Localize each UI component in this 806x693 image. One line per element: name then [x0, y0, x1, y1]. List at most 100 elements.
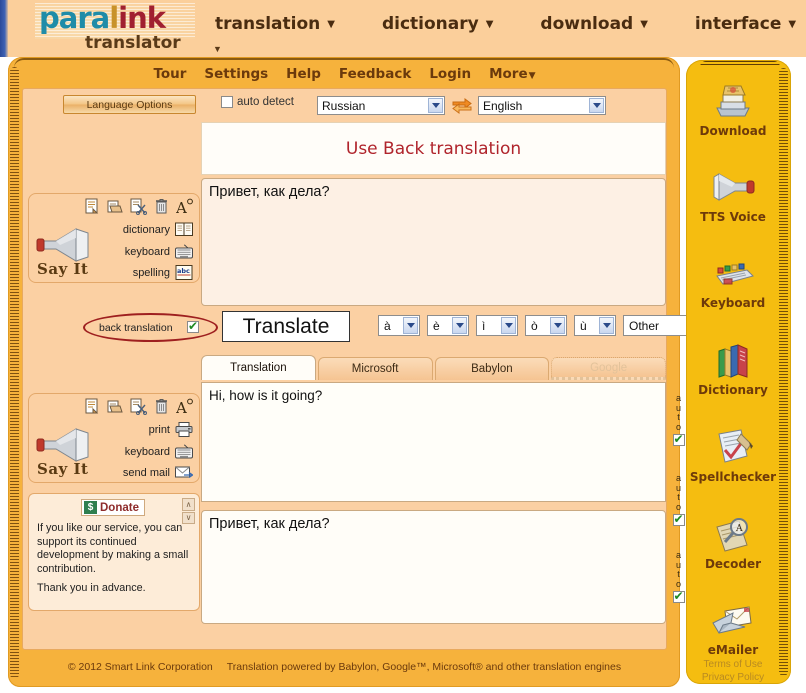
sidebar-item-tts-voice[interactable]: TTS Voice	[686, 168, 780, 224]
swap-languages-button[interactable]	[451, 95, 473, 115]
send-mail-link[interactable]: send mail	[123, 465, 193, 480]
keyboard-icon	[175, 244, 193, 259]
menu-item-help[interactable]: Help	[286, 66, 321, 82]
source-language-select[interactable]: Russian	[317, 96, 445, 115]
result-tools-panel: A print keyboard send mail Say It	[28, 393, 200, 483]
print-link[interactable]: print	[149, 422, 193, 437]
auto-checkbox-group-3[interactable]: a u t o	[671, 550, 686, 603]
privacy-policy-link[interactable]: Privacy Policy	[686, 671, 780, 684]
donate-scroll-spinner[interactable]: ∧ ∨	[182, 498, 195, 524]
result-textarea[interactable]	[201, 382, 666, 502]
auto-checkbox-3[interactable]	[672, 589, 685, 603]
svg-text:A: A	[176, 399, 187, 415]
cut-icon[interactable]	[130, 398, 147, 415]
nav-label-translation: translation	[215, 14, 321, 34]
say-it-result-label[interactable]: Say It	[37, 460, 88, 478]
back-translation-checkbox[interactable]	[187, 319, 199, 333]
accent-select-u[interactable]: ù	[574, 315, 616, 336]
back-translation-textarea[interactable]	[201, 510, 666, 624]
nav-item-download[interactable]: download ▼	[540, 14, 648, 34]
terms-of-use-link[interactable]: Terms of Use	[686, 658, 780, 671]
tab-babylon[interactable]: Babylon	[434, 357, 550, 380]
target-language-select[interactable]: English	[478, 96, 606, 115]
sidebar-item-emailer[interactable]: eMailer	[686, 601, 780, 657]
font-size-icon[interactable]: A	[176, 398, 193, 415]
chevron-down-icon	[599, 317, 614, 334]
auto-detect-group[interactable]: auto detect	[221, 96, 294, 108]
send-mail-link-label: send mail	[122, 466, 170, 479]
logo-chevron-down-icon[interactable]: ▼	[213, 44, 222, 54]
sidebar-item-decoder[interactable]: A Decoder	[686, 515, 780, 571]
auto-detect-checkbox[interactable]	[221, 96, 233, 108]
keyboard-link[interactable]: keyboard	[125, 244, 193, 259]
keyboard-link[interactable]: keyboard	[125, 444, 193, 459]
accent-value-e: è	[433, 318, 440, 333]
print-link-label: print	[148, 423, 170, 436]
nav-item-interface[interactable]: interface ▼	[695, 14, 796, 34]
mail-icon	[175, 466, 193, 479]
new-document-icon[interactable]	[84, 398, 101, 415]
accent-select-i[interactable]: ì	[476, 315, 518, 336]
menu-item-more[interactable]: More▼	[489, 66, 535, 82]
dictionary-link-label: dictionary	[122, 223, 170, 236]
donate-button[interactable]: $ Donate	[81, 499, 145, 516]
engine-tabs: Translation Microsoft Babylon Google	[201, 354, 666, 380]
paralink-logo[interactable]: paralink translator ▼	[35, 1, 222, 55]
accent-select-o[interactable]: ò	[525, 315, 567, 336]
result-icon-toolbar: A	[84, 398, 193, 415]
trash-icon[interactable]	[153, 398, 170, 415]
footer-text: © 2012 Smart Link Corporation Translation…	[68, 661, 621, 673]
auto-checkbox-group-1[interactable]: a u t o	[671, 393, 686, 446]
translate-button[interactable]: Translate	[222, 311, 350, 342]
logo-part-l: l	[109, 1, 119, 35]
banner-text: Use Back translation	[345, 138, 522, 159]
auto-detect-label: auto detect	[237, 96, 294, 108]
back-translation-label: back translation	[99, 322, 173, 334]
sidebar-item-keyboard[interactable]: Keyboard	[686, 254, 780, 310]
sidebar-item-download[interactable]: Download	[686, 82, 780, 138]
nav-item-translation[interactable]: translation ▼	[215, 14, 335, 34]
tab-translation[interactable]: Translation	[201, 355, 316, 380]
footer-bar: © 2012 Smart Link Corporation Translation…	[22, 654, 667, 680]
source-textarea[interactable]	[201, 178, 666, 306]
accent-value-other: Other	[629, 318, 660, 333]
donate-thanks-text: Thank you in advance.	[37, 582, 146, 594]
menu-item-feedback[interactable]: Feedback	[339, 66, 411, 82]
trash-icon[interactable]	[153, 198, 170, 215]
say-it-source-label[interactable]: Say It	[37, 260, 88, 278]
accent-select-e[interactable]: è	[427, 315, 469, 336]
top-navigation: translation ▼ dictionary ▼ download ▼ inter…	[215, 14, 796, 34]
new-document-icon[interactable]	[84, 198, 101, 215]
book-icon	[175, 222, 193, 236]
tab-microsoft[interactable]: Microsoft	[317, 357, 433, 380]
nav-item-dictionary[interactable]: dictionary ▼	[382, 14, 493, 34]
auto-checkbox-2[interactable]	[672, 512, 685, 526]
menu-item-login[interactable]: Login	[429, 66, 471, 82]
nav-label-interface: interface	[694, 14, 782, 34]
window-left-edge	[0, 0, 8, 57]
sidebar-item-spellchecker[interactable]: Spellchecker	[686, 428, 780, 484]
copy-icon[interactable]	[107, 398, 124, 415]
auto-checkbox-group-2[interactable]: a u t o	[671, 473, 686, 526]
auto-checkbox-1[interactable]	[672, 432, 685, 446]
language-options-button[interactable]: Language Options	[63, 95, 196, 114]
menu-item-settings[interactable]: Settings	[204, 66, 268, 82]
menu-item-tour[interactable]: Tour	[153, 66, 186, 82]
sidebar-item-dictionary[interactable]: Dictionary	[686, 341, 780, 397]
footer-powered: Translation powered by Babylon, Google™,…	[226, 661, 622, 673]
page-root: paralink translator ▼ translation ▼ dicti…	[0, 0, 806, 693]
keyboard-link-label: keyboard	[124, 445, 170, 458]
chevron-down-icon: ▼	[788, 19, 797, 30]
spelling-link-label: spelling	[132, 266, 170, 279]
spelling-link[interactable]: spelling abc	[133, 265, 193, 280]
accent-select-a[interactable]: à	[378, 315, 420, 336]
scroll-up-icon[interactable]: ∧	[182, 498, 195, 511]
copy-icon[interactable]	[107, 198, 124, 215]
auto-label-2-d: o	[675, 501, 681, 512]
sidebar-label-spellchecker: Spellchecker	[689, 470, 777, 484]
megaphone-icon	[713, 173, 755, 201]
dictionary-link[interactable]: dictionary	[123, 222, 193, 237]
tab-google[interactable]: Google	[551, 357, 666, 380]
cut-icon[interactable]	[130, 198, 147, 215]
font-size-icon[interactable]: A	[176, 198, 193, 215]
